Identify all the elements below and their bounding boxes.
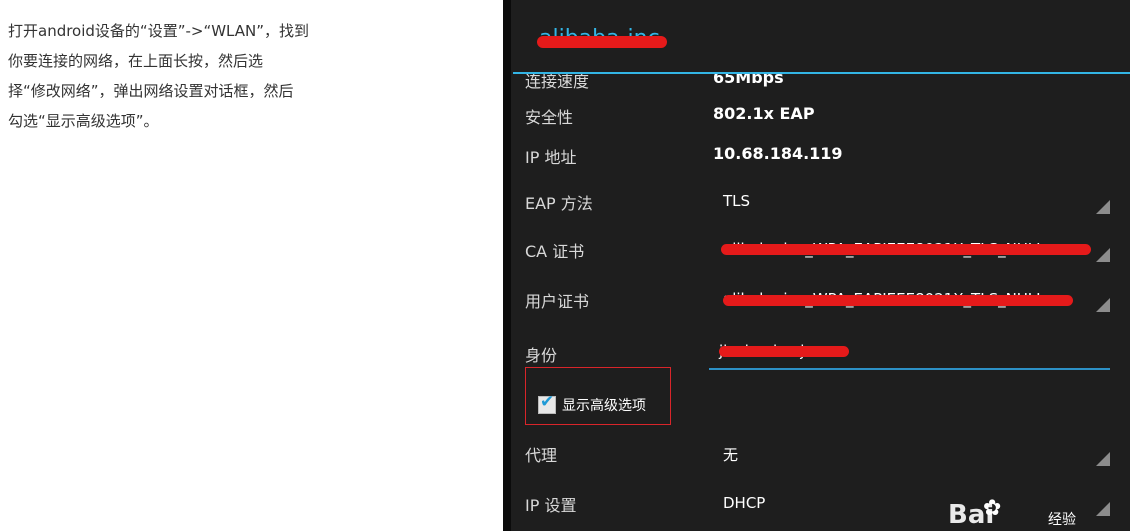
instruction-line: 你要连接的网络，在上面长按，然后选 xyxy=(8,52,264,70)
row-ip-settings: IP 设置 DHCP xyxy=(511,488,1130,520)
dropdown-arrow-icon xyxy=(1096,200,1110,214)
checkmark-icon: ✔ xyxy=(540,392,555,412)
eap-method-spinner[interactable]: TLS xyxy=(709,186,1110,218)
row-link-speed: 连接速度 65Mbps xyxy=(511,74,1130,94)
user-cert-label: 用户证书 xyxy=(525,292,590,311)
row-user-cert: 用户证书 alibaba-inc_WPA_EAPIEEE8021X_TLS_NU… xyxy=(511,284,1130,316)
row-ca-cert: CA 证书 alibaba-inc_WPA_EAPIEEE8021X_TLS_N… xyxy=(511,234,1130,266)
show-advanced-label: 显示高级选项 xyxy=(562,398,646,414)
ip-settings-label: IP 设置 xyxy=(525,496,577,515)
redaction-mark xyxy=(721,244,1091,255)
android-wifi-dialog: alibaba-inc 连接速度 65Mbps 安全性 802.1x EAP I… xyxy=(503,0,1130,531)
instruction-line: 择“修改网络”，弹出网络设置对话框，然后 xyxy=(8,82,294,100)
ip-address-label: IP 地址 xyxy=(525,148,577,167)
screen-edge xyxy=(503,0,511,531)
ca-cert-label: CA 证书 xyxy=(525,242,585,261)
row-identity: 身份 jiachuai.xujs xyxy=(511,336,1130,370)
dropdown-arrow-icon xyxy=(1096,298,1110,312)
dropdown-arrow-icon xyxy=(1096,452,1110,466)
dialog-title-bar: alibaba-inc xyxy=(511,0,1130,72)
watermark-suffix: 经验 xyxy=(1048,512,1076,528)
proxy-label: 代理 xyxy=(525,446,558,465)
show-advanced-checkbox[interactable]: ✔ xyxy=(538,392,556,414)
instruction-line: 勾选“显示高级选项”。 xyxy=(8,112,159,130)
dropdown-arrow-icon xyxy=(1096,248,1110,262)
instruction-line: 打开android设备的“设置”->“WLAN”，找到 xyxy=(8,22,310,40)
show-advanced-highlight: ✔ 显示高级选项 xyxy=(525,367,671,425)
ip-address-value: 10.68.184.119 xyxy=(713,144,843,163)
proxy-spinner[interactable]: 无 xyxy=(709,438,1110,470)
link-speed-value: 65Mbps xyxy=(713,74,784,87)
paw-icon: ✿ xyxy=(983,496,1002,521)
security-value: 802.1x EAP xyxy=(713,104,815,123)
ip-settings-value: DHCP xyxy=(723,494,766,512)
row-eap-method: EAP 方法 TLS xyxy=(511,186,1130,218)
redaction-mark xyxy=(537,36,667,48)
dropdown-arrow-icon xyxy=(1096,502,1110,516)
redaction-mark xyxy=(723,295,1073,306)
security-label: 安全性 xyxy=(525,108,574,127)
identity-label: 身份 xyxy=(525,346,558,365)
link-speed-label: 连接速度 xyxy=(525,74,590,91)
proxy-value: 无 xyxy=(723,446,739,464)
redaction-mark xyxy=(719,346,849,357)
eap-method-label: EAP 方法 xyxy=(525,194,593,213)
instruction-text: 打开android设备的“设置”->“WLAN”，找到 你要连接的网络，在上面长… xyxy=(8,16,428,136)
row-proxy: 代理 无 xyxy=(511,438,1130,470)
eap-method-value: TLS xyxy=(723,192,751,210)
